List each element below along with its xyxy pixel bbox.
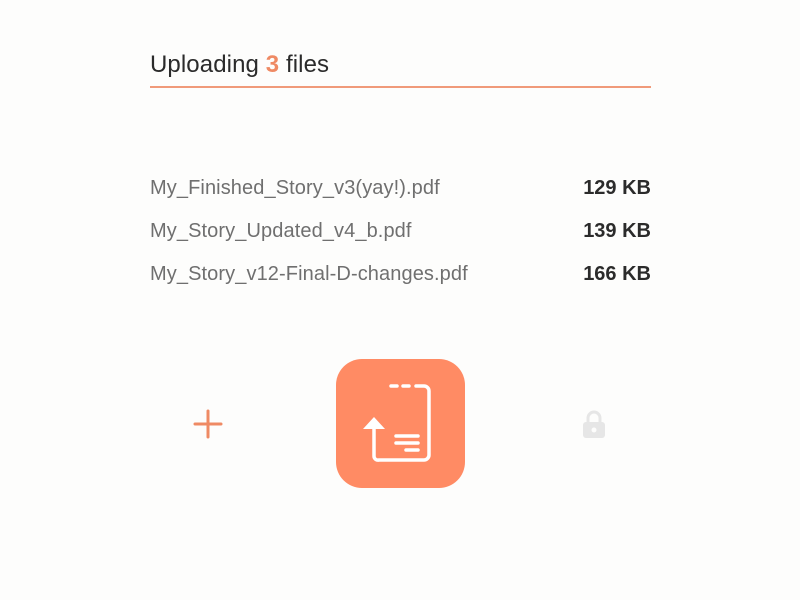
file-count: 3 bbox=[265, 51, 280, 78]
file-row: My_Story_v12-Final-D-changes.pdf 166 KB bbox=[150, 253, 651, 296]
lock-button[interactable] bbox=[580, 408, 608, 440]
file-upload-icon bbox=[363, 384, 431, 462]
file-list: My_Finished_Story_v3(yay!).pdf 129 KB My… bbox=[150, 167, 651, 296]
page-title: Uploading 3 files bbox=[150, 50, 651, 80]
lock-icon bbox=[583, 410, 605, 438]
file-size: 129 KB bbox=[583, 177, 651, 199]
title-suffix: files bbox=[279, 51, 330, 78]
file-row: My_Story_Updated_v4_b.pdf 139 KB bbox=[150, 210, 651, 253]
upload-button[interactable] bbox=[336, 359, 465, 488]
upload-page: Uploading 3 files My_Finished_Story_v3(y… bbox=[0, 0, 800, 600]
file-row: My_Finished_Story_v3(yay!).pdf 129 KB bbox=[150, 167, 651, 210]
title-prefix: Uploading bbox=[150, 51, 266, 78]
plus-icon bbox=[193, 409, 223, 439]
add-file-button[interactable] bbox=[190, 406, 226, 442]
upload-header: Uploading 3 files bbox=[150, 50, 651, 88]
file-name: My_Story_Updated_v4_b.pdf bbox=[150, 220, 412, 242]
file-size: 139 KB bbox=[583, 220, 651, 242]
file-name: My_Story_v12-Final-D-changes.pdf bbox=[150, 263, 468, 285]
file-size: 166 KB bbox=[583, 263, 651, 285]
file-name: My_Finished_Story_v3(yay!).pdf bbox=[150, 177, 440, 199]
